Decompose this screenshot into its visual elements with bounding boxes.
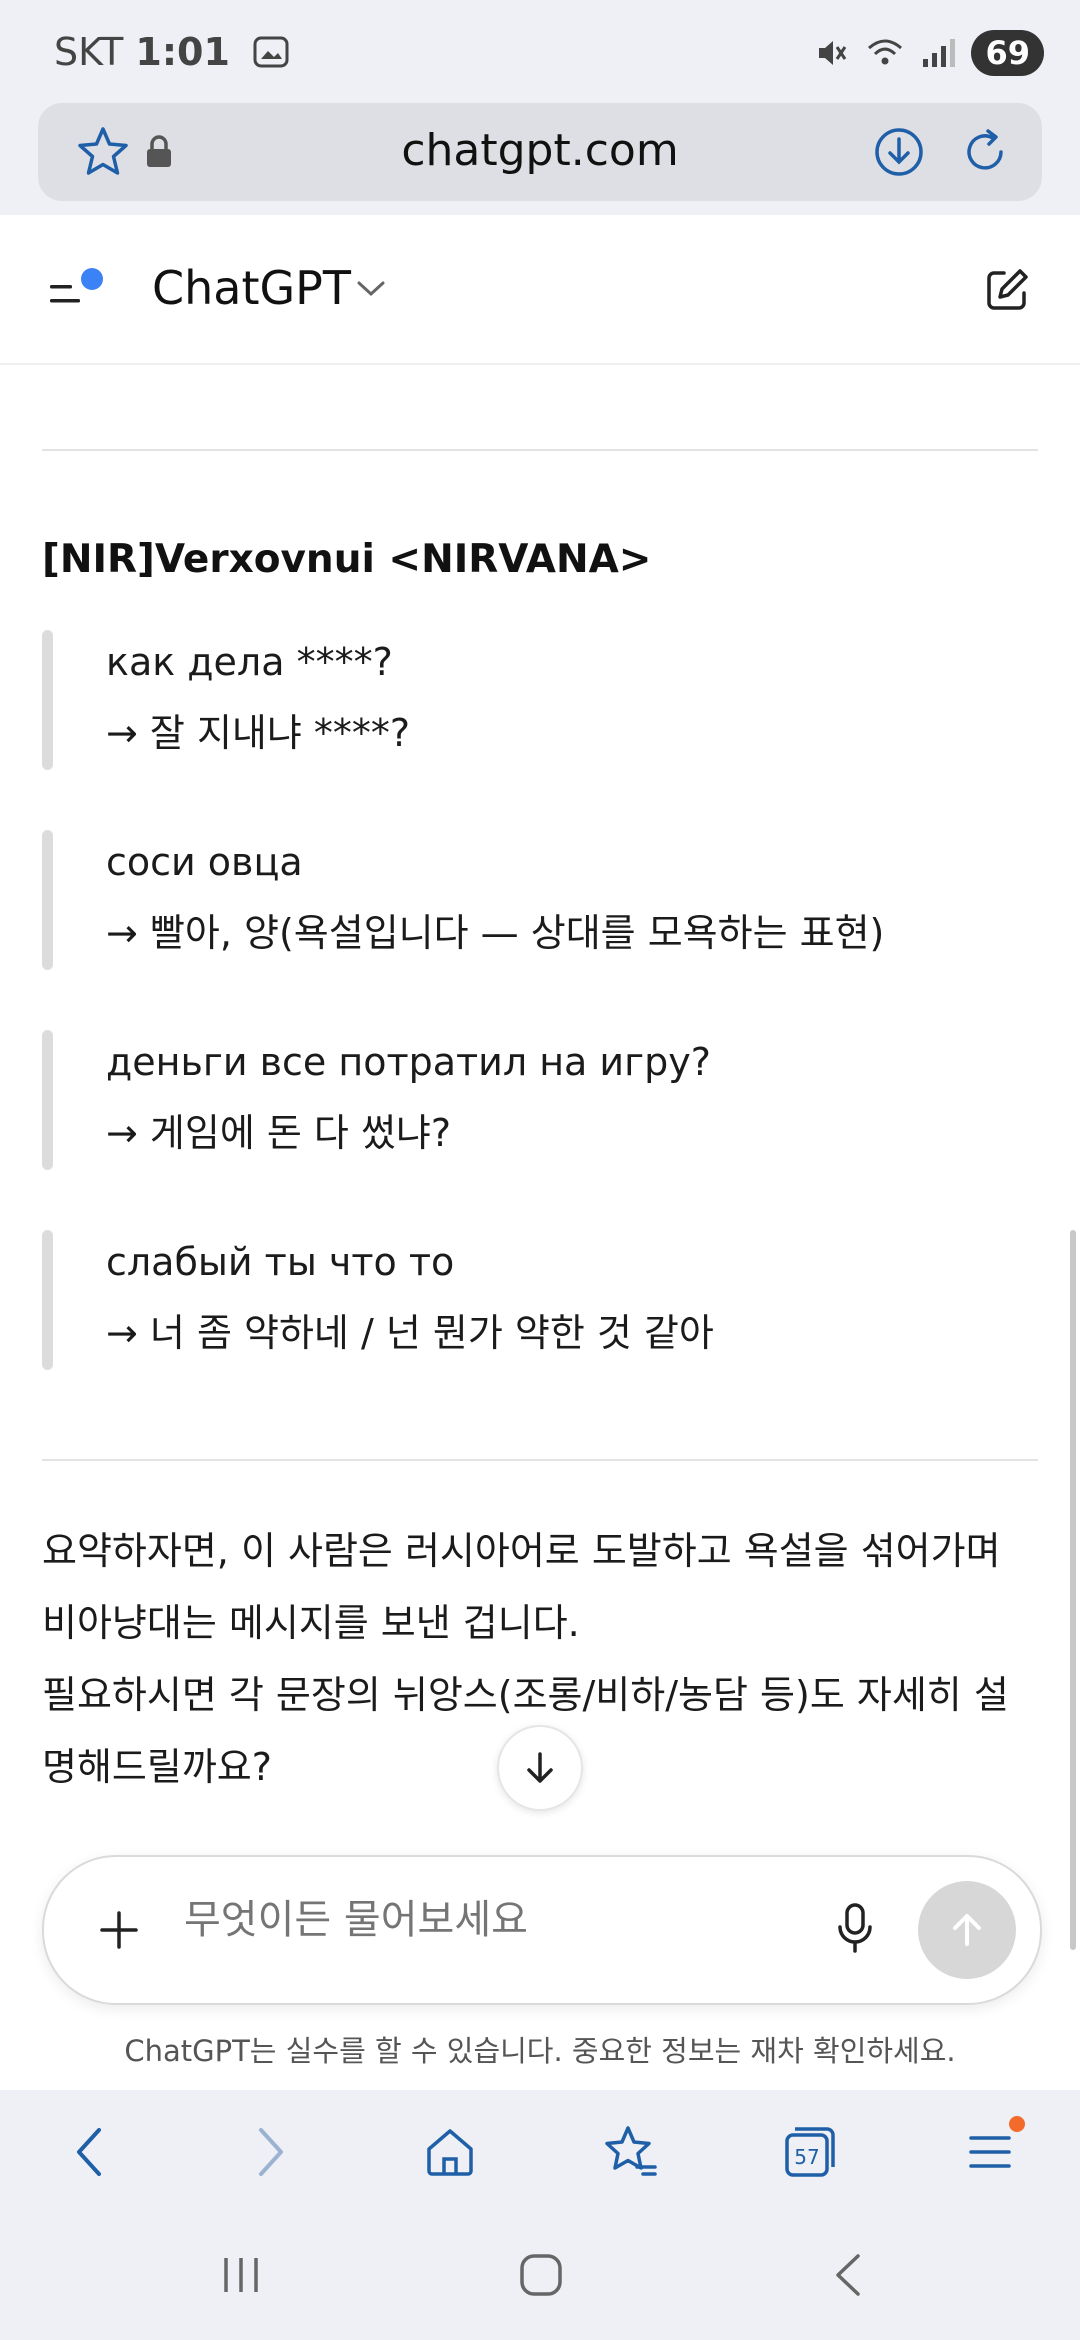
home-button[interactable] xyxy=(415,2120,485,2184)
model-selector-title[interactable]: ChatGPT xyxy=(152,261,351,315)
status-bar: SKT 1:01 69 xyxy=(0,0,1080,100)
quote-bar xyxy=(42,630,53,770)
sidebar-menu-icon[interactable] xyxy=(48,267,106,315)
blockquote: слабый ты что то → 너 좀 약하네 / 넌 뭔가 약한 것 같… xyxy=(42,1230,1042,1370)
blockquote: деньги все потратил на игру? → 게임에 돈 다 썼… xyxy=(42,1030,1042,1170)
bookmarks-button[interactable] xyxy=(595,2120,665,2184)
blockquote: как дела ****? → 잘 지내냐 ****? xyxy=(42,630,1042,770)
tabs-button[interactable]: 57 xyxy=(775,2120,845,2184)
quote-translation: → 게임에 돈 다 썼냐? xyxy=(106,1111,452,1155)
disclaimer-text: ChatGPT는 실수를 할 수 있습니다. 중요한 정보는 재차 확인하세요. xyxy=(124,2034,956,2068)
chat-header: ChatGPT xyxy=(0,215,1080,365)
quote-translation: → 잘 지내냐 ****? xyxy=(106,711,411,755)
blockquote: соси овца → 빨아, 양(욕설입니다 — 상대를 모욕하는 표현) xyxy=(42,830,1042,970)
page-scrollbar[interactable] xyxy=(1070,1230,1076,1950)
tabs-count: 57 xyxy=(794,2145,819,2169)
status-icons: 69 xyxy=(813,28,1044,78)
back-system-icon[interactable] xyxy=(828,2252,868,2298)
content-divider xyxy=(42,449,1038,451)
quote-translation: → 빨아, 양(욕설입니다 — 상대를 모욕하는 표현) xyxy=(106,911,885,955)
recent-apps-icon[interactable] xyxy=(218,2252,264,2298)
forward-button[interactable] xyxy=(236,2120,306,2184)
microphone-icon[interactable] xyxy=(832,1901,878,1957)
quote-translation: → 너 좀 약하네 / 넌 뭔가 약한 것 같아 xyxy=(106,1311,714,1355)
menu-button[interactable] xyxy=(955,2116,1025,2184)
quote-original: как дела ****? xyxy=(106,640,393,684)
bookmark-star-icon xyxy=(605,2126,657,2176)
arrow-up-icon xyxy=(953,1914,981,1946)
battery-indicator: 69 xyxy=(971,30,1044,76)
summary-line: 비아냥대는 메시지를 보낸 겁니다. xyxy=(42,1601,580,1645)
new-chat-icon[interactable] xyxy=(982,265,1032,315)
section-heading: [NIR]Verxovnui <NIRVANA> xyxy=(42,537,652,582)
carrier-label: SKT xyxy=(54,30,124,74)
chevron-down-icon[interactable] xyxy=(355,279,387,299)
notification-dot xyxy=(1009,2116,1025,2132)
summary-line: 요약하자면, 이 사람은 러시아어로 도발하고 욕설을 섞어가며 xyxy=(42,1529,1001,1573)
quote-bar xyxy=(42,1030,53,1170)
scroll-to-bottom-button[interactable] xyxy=(497,1725,583,1811)
chatgpt-page: ChatGPT [NIR]Verxovnui <NIRVANA> как дел… xyxy=(0,215,1080,2090)
screenshot-icon xyxy=(253,36,289,68)
chevron-right-icon xyxy=(259,2128,283,2176)
reload-icon[interactable] xyxy=(956,123,1014,181)
status-carrier-time: SKT 1:01 xyxy=(54,30,290,74)
quote-bar xyxy=(42,830,53,970)
system-navigation-bar xyxy=(0,2210,1080,2340)
content-divider xyxy=(42,1459,1038,1461)
tabs-icon: 57 xyxy=(785,2127,835,2177)
browser-address-bar[interactable]: chatgpt.com xyxy=(38,103,1042,201)
message-composer xyxy=(42,1855,1042,2005)
quote-bar xyxy=(42,1230,53,1370)
wifi-icon xyxy=(868,39,903,65)
quote-original: слабый ты что то xyxy=(106,1240,455,1284)
plus-icon[interactable] xyxy=(94,1905,144,1955)
send-button[interactable] xyxy=(918,1881,1016,1979)
arrow-down-icon xyxy=(527,1752,553,1783)
browser-bottom-nav: 57 xyxy=(0,2090,1080,2210)
chevron-left-icon xyxy=(77,2128,101,2176)
clock: 1:01 xyxy=(135,30,230,74)
home-system-icon[interactable] xyxy=(518,2252,564,2298)
signal-icon xyxy=(923,39,956,67)
message-input[interactable] xyxy=(184,1897,784,1943)
hamburger-menu-icon xyxy=(969,2136,1011,2168)
mute-icon xyxy=(819,41,847,65)
home-icon xyxy=(427,2129,473,2176)
back-button[interactable] xyxy=(54,2120,124,2184)
quote-original: деньги все потратил на игру? xyxy=(106,1040,711,1084)
summary-line: 필요하시면 각 문장의 뉘앙스(조롱/비하/농담 등)도 자세히 설 xyxy=(42,1673,1009,1717)
download-icon[interactable] xyxy=(870,123,928,181)
quote-original: соси овца xyxy=(106,840,303,884)
